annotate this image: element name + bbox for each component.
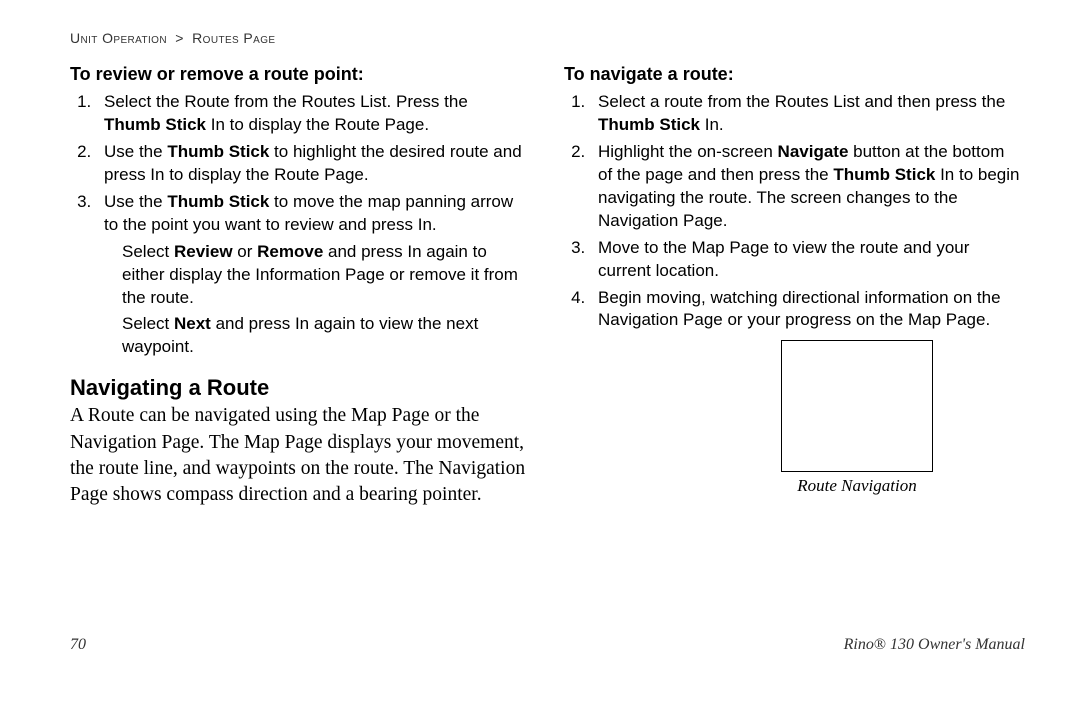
page-footer: 70 Rino® 130 Owner's Manual (70, 636, 1025, 654)
manual-page: Unit Operation > Routes Page To review o… (0, 0, 1080, 702)
text: or (233, 242, 258, 261)
steps-navigate-route: Select a route from the Routes List and … (590, 91, 1020, 332)
breadcrumb-sep: > (175, 30, 184, 46)
manual-title-text: 130 Owner's Manual (886, 636, 1025, 653)
breadcrumb-section: Unit Operation (70, 30, 167, 46)
manual-title: Rino® 130 Owner's Manual (844, 636, 1025, 654)
manual-title-text: Rino (844, 636, 874, 653)
step-item: Use the Thumb Stick to move the map pann… (96, 191, 526, 237)
term-next: Next (174, 314, 211, 333)
step-item: Use the Thumb Stick to highlight the des… (96, 141, 526, 187)
heading-navigating-route: Navigating a Route (70, 375, 526, 401)
figure-caption: Route Navigation (797, 476, 916, 496)
term-thumb-stick: Thumb Stick (167, 142, 269, 161)
step-item: Highlight the on-screen Navigate button … (590, 141, 1020, 233)
term-navigate: Navigate (778, 142, 849, 161)
step-item: Select a route from the Routes List and … (590, 91, 1020, 137)
step-text: Select the Route from the Routes List. P… (104, 92, 468, 111)
breadcrumb: Unit Operation > Routes Page (70, 30, 1025, 46)
step-text: Highlight the on-screen (598, 142, 778, 161)
term-review: Review (174, 242, 233, 261)
body-paragraph: A Route can be navigated using the Map P… (70, 403, 526, 508)
step-text: In. (700, 115, 724, 134)
term-thumb-stick: Thumb Stick (104, 115, 206, 134)
step-text: Use the (104, 142, 167, 161)
steps-review-remove: Select the Route from the Routes List. P… (96, 91, 526, 237)
left-column: To review or remove a route point: Selec… (70, 60, 526, 509)
term-remove: Remove (257, 242, 323, 261)
step-text: Select a route from the Routes List and … (598, 92, 1005, 111)
step-item: Begin moving, watching directional infor… (590, 287, 1020, 333)
text: Select (122, 242, 174, 261)
right-column: To navigate a route: Select a route from… (564, 60, 1020, 509)
figure: Route Navigation (694, 340, 1020, 496)
subhead-review-remove: To review or remove a route point: (70, 64, 526, 85)
step-text: Use the (104, 192, 167, 211)
subhead-navigate-route: To navigate a route: (564, 64, 1020, 85)
step-text: Move to the Map Page to view the route a… (598, 238, 969, 280)
page-number: 70 (70, 636, 86, 654)
text: Select (122, 314, 174, 333)
breadcrumb-page: Routes Page (192, 30, 275, 46)
sub-paragraph: Select Review or Remove and press In aga… (122, 241, 526, 310)
term-thumb-stick: Thumb Stick (833, 165, 935, 184)
term-thumb-stick: Thumb Stick (167, 192, 269, 211)
step-item: Move to the Map Page to view the route a… (590, 237, 1020, 283)
columns: To review or remove a route point: Selec… (70, 60, 1025, 509)
figure-placeholder (781, 340, 933, 472)
step-text: In to display the Route Page. (206, 115, 429, 134)
term-thumb-stick: Thumb Stick (598, 115, 700, 134)
registered-mark: ® (874, 636, 886, 653)
step-text: Begin moving, watching directional infor… (598, 288, 1001, 330)
sub-paragraph: Select Next and press In again to view t… (122, 313, 526, 359)
step-item: Select the Route from the Routes List. P… (96, 91, 526, 137)
